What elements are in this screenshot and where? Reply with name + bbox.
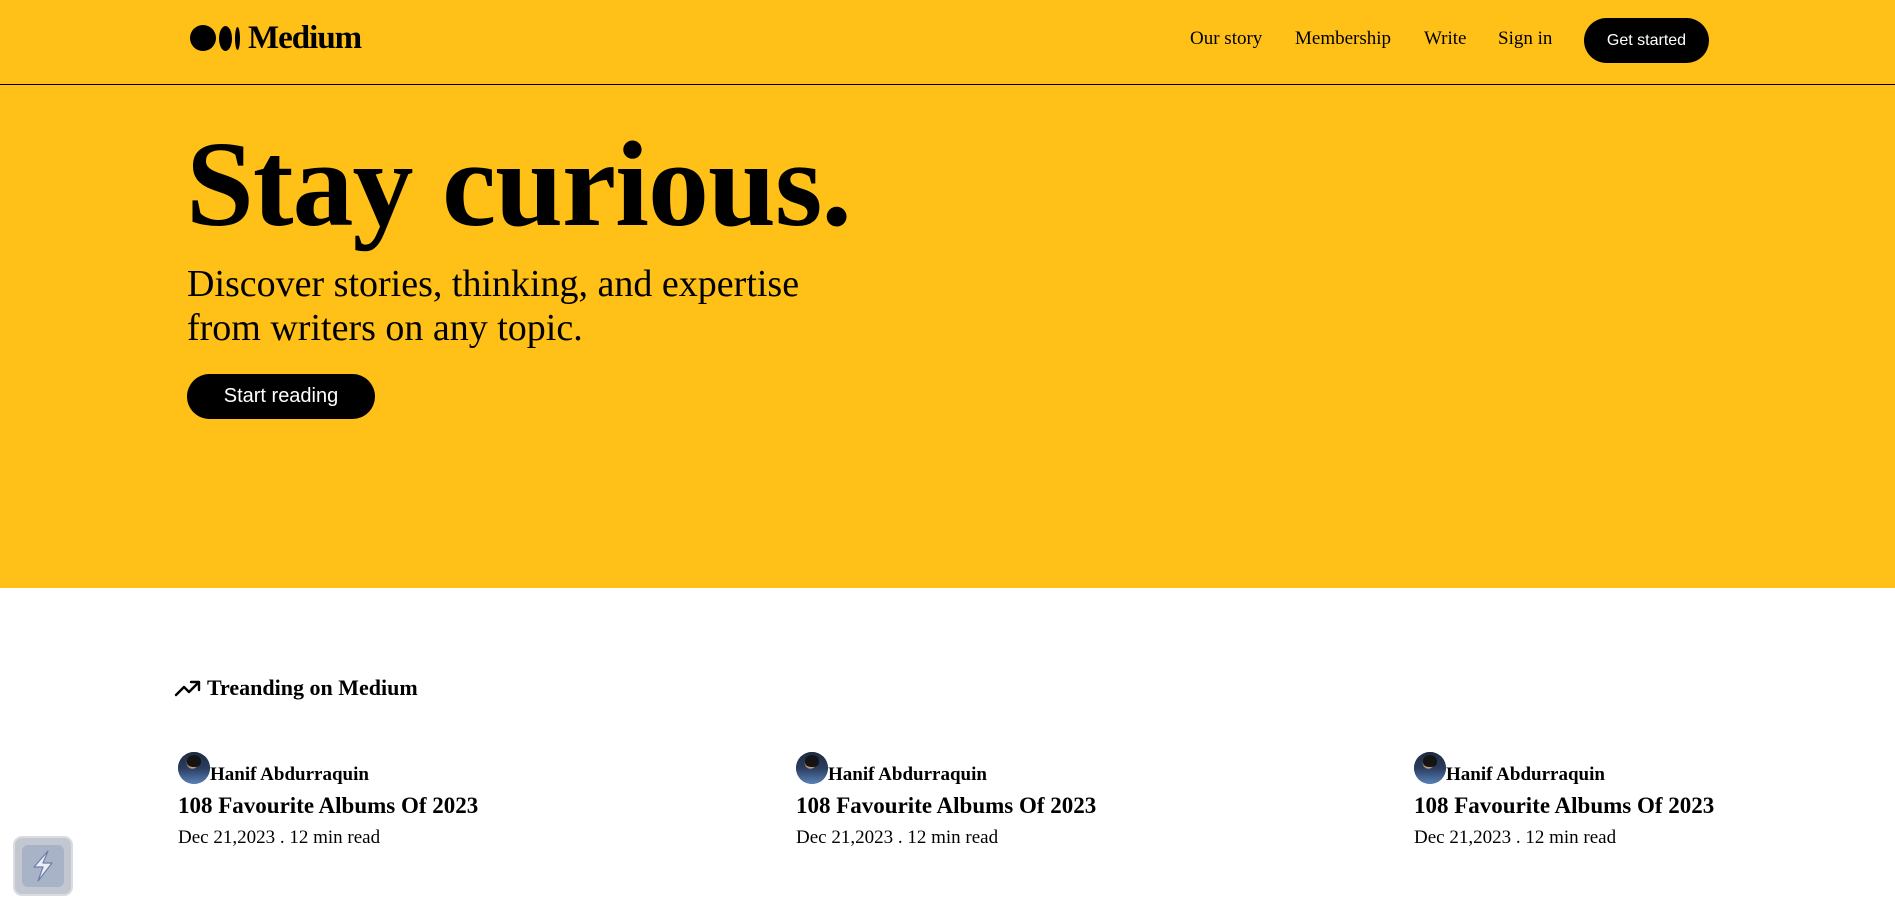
article-card[interactable]: Hanif Abdurraquin 108 Favourite Albums O…	[178, 752, 578, 849]
article-title[interactable]: 108 Favourite Albums Of 2023	[178, 793, 578, 819]
trending-up-icon	[174, 680, 201, 697]
article-card[interactable]: Hanif Abdurraquin 108 Favourite Albums O…	[796, 752, 1196, 849]
trending-header: Treanding on Medium	[174, 675, 418, 701]
medium-logo-icon	[190, 25, 240, 51]
nav-our-story-link[interactable]: Our story	[1190, 28, 1262, 50]
article-title[interactable]: 108 Favourite Albums Of 2023	[1414, 793, 1814, 819]
start-reading-button[interactable]: Start reading	[187, 374, 375, 419]
article-meta: Dec 21,2023 . 12 min read	[796, 827, 999, 848]
article-title[interactable]: 108 Favourite Albums Of 2023	[796, 793, 1196, 819]
article-card[interactable]: Hanif Abdurraquin 108 Favourite Albums O…	[1414, 752, 1814, 849]
trending-title: Treanding on Medium	[207, 675, 418, 700]
nav-sign-in-link[interactable]: Sign in	[1498, 28, 1552, 50]
article-author[interactable]: Hanif Abdurraquin	[796, 752, 1196, 784]
article-meta: Dec 21,2023 . 12 min read	[178, 827, 381, 848]
author-name[interactable]: Hanif Abdurraquin	[1446, 765, 1605, 784]
article-meta: Dec 21,2023 . 12 min read	[1414, 827, 1617, 848]
hero-title: Stay curious.	[186, 117, 852, 252]
medium-logo[interactable]: Medium	[190, 18, 362, 58]
nav-write-link[interactable]: Write	[1424, 28, 1467, 50]
avatar[interactable]	[796, 752, 828, 784]
avatar[interactable]	[178, 752, 210, 784]
avatar[interactable]	[1414, 752, 1446, 784]
article-author[interactable]: Hanif Abdurraquin	[178, 752, 578, 784]
hero-section: Medium Our story Membership Write Sign i…	[0, 0, 1895, 588]
article-author[interactable]: Hanif Abdurraquin	[1414, 752, 1814, 784]
floating-widget-button[interactable]	[13, 836, 73, 896]
navbar: Medium Our story Membership Write Sign i…	[0, 0, 1895, 85]
author-name[interactable]: Hanif Abdurraquin	[210, 765, 369, 784]
brand-name: Medium	[248, 19, 362, 56]
author-name[interactable]: Hanif Abdurraquin	[828, 765, 987, 784]
hero-subtitle: Discover stories, thinking, and expertis…	[187, 263, 800, 349]
nav-membership-link[interactable]: Membership	[1295, 28, 1391, 50]
lightning-icon	[22, 845, 64, 887]
get-started-button[interactable]: Get started	[1584, 18, 1709, 63]
